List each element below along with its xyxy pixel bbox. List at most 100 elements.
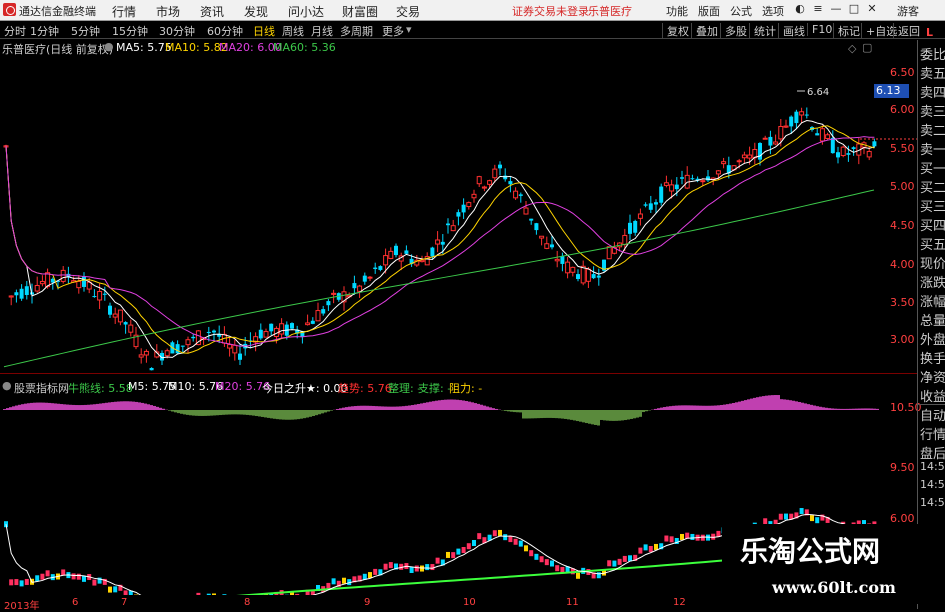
candle-body xyxy=(581,266,585,283)
trend-bar xyxy=(570,410,573,420)
period-30min[interactable]: 30分钟 xyxy=(159,23,195,39)
btn-zixuan[interactable]: +自选 xyxy=(861,23,897,39)
close-icon[interactable]: ✕ xyxy=(864,2,880,16)
candle-body xyxy=(742,155,746,158)
y-tick-main: 4.50 xyxy=(890,219,915,232)
trend-bar xyxy=(630,410,633,419)
trend-bar xyxy=(567,410,570,419)
period-month[interactable]: 月线 xyxy=(311,23,333,39)
menu-gongshi[interactable]: 公式 xyxy=(730,3,752,19)
trend-bar xyxy=(261,410,264,417)
trend-bar xyxy=(450,400,453,410)
period-15min[interactable]: 15分钟 xyxy=(112,23,148,39)
period-fenshi[interactable]: 分时 xyxy=(4,23,26,39)
btn-f10[interactable]: F10 xyxy=(807,23,832,36)
trend-bar xyxy=(465,401,468,410)
trend-bar xyxy=(189,410,192,415)
candle-body xyxy=(108,306,112,315)
period-week[interactable]: 周线 xyxy=(282,23,304,39)
settings-icon[interactable]: ● xyxy=(104,40,114,53)
collapse-icon[interactable]: ▢ xyxy=(862,41,872,54)
mini-candle xyxy=(467,543,471,549)
trend-bar xyxy=(513,410,516,412)
trend-bar xyxy=(474,403,477,410)
candle-body xyxy=(675,185,679,190)
menu-faxian[interactable]: 发现 xyxy=(244,3,268,20)
trend-bar xyxy=(324,410,327,412)
period-more[interactable]: 更多 xyxy=(382,23,404,39)
period-60min[interactable]: 60分钟 xyxy=(207,23,243,39)
trend-bar xyxy=(864,408,867,410)
rp-waipan: 外盘 xyxy=(920,329,945,348)
menu-caifuquan[interactable]: 财富圈 xyxy=(342,3,378,20)
guest-button[interactable]: 游客 xyxy=(897,3,919,19)
candle-body xyxy=(233,345,237,353)
candle-body xyxy=(592,274,596,278)
skin-icon[interactable]: ◐ xyxy=(792,2,808,16)
period-5min[interactable]: 5分钟 xyxy=(71,23,100,39)
minimize-icon[interactable]: — xyxy=(828,2,844,16)
mini-candle xyxy=(25,579,29,585)
trend-bar xyxy=(717,405,720,410)
candle-body xyxy=(498,165,502,169)
mini-candle xyxy=(514,539,518,545)
login-alert[interactable]: 证券交易未登录 xyxy=(512,3,589,19)
menu-zixun[interactable]: 资讯 xyxy=(200,3,224,20)
mini-candle xyxy=(612,561,616,567)
mini-candle xyxy=(638,548,642,554)
trend-bar xyxy=(708,406,711,410)
trend-bar xyxy=(618,410,621,421)
more-dropdown-icon[interactable]: ▾ xyxy=(406,23,412,36)
menu-shichang[interactable]: 市场 xyxy=(156,3,180,20)
candle-body xyxy=(316,311,320,321)
rp-zhangfu: 涨幅 xyxy=(920,291,945,310)
maximize-icon[interactable]: □ xyxy=(846,2,862,16)
trend-bar xyxy=(138,402,141,410)
menu-icon[interactable]: ≡ xyxy=(810,2,826,16)
mini-candle xyxy=(800,508,804,514)
trend-bar xyxy=(603,410,606,420)
btn-duogu[interactable]: 多股 xyxy=(720,23,747,39)
trend-bar xyxy=(81,405,84,410)
candle-body xyxy=(680,177,684,179)
btn-huaxian[interactable]: 画线 xyxy=(778,23,805,39)
rp-zidong[interactable]: 自动 xyxy=(918,404,945,424)
btn-fuquan[interactable]: 复权 xyxy=(662,23,689,39)
candle-body xyxy=(571,267,575,272)
trend-bar xyxy=(282,410,285,420)
btn-fanhui[interactable]: 返回 xyxy=(893,23,920,39)
kline-chart[interactable]: 6.642.69 xyxy=(0,55,917,373)
menu-jiaoyi[interactable]: 交易 xyxy=(396,3,420,20)
menu-xuanxiang[interactable]: 选项 xyxy=(762,3,784,19)
mini-candle xyxy=(196,593,200,595)
period-multi[interactable]: 多周期 xyxy=(340,23,373,39)
candle-body xyxy=(826,135,830,139)
y-tick-main: 3.50 xyxy=(890,296,915,309)
trend-bar xyxy=(867,408,870,410)
trend-bar xyxy=(321,410,324,413)
candle-body xyxy=(404,250,408,253)
candle-body xyxy=(779,127,783,139)
x-date: 8 xyxy=(244,597,250,608)
menu-gongneng[interactable]: 功能 xyxy=(666,3,688,19)
btn-diejia[interactable]: 叠加 xyxy=(691,23,718,39)
trend-bar xyxy=(351,406,354,410)
trend-bar xyxy=(573,410,576,420)
menu-banmian[interactable]: 版面 xyxy=(698,3,720,19)
menu-hangqing[interactable]: 行情 xyxy=(112,3,136,20)
indicator-settings-icon[interactable]: ● xyxy=(2,379,12,392)
trend-bar xyxy=(60,404,63,410)
btn-tongji[interactable]: 统计 xyxy=(749,23,776,39)
trend-bar xyxy=(234,410,237,414)
period-1min[interactable]: 1分钟 xyxy=(30,23,59,39)
trend-bar xyxy=(516,410,519,412)
rp-hangqing[interactable]: 行情 xyxy=(920,424,945,443)
panel-top-label: L xyxy=(926,26,933,39)
trend-bar xyxy=(108,402,111,410)
mini-candle xyxy=(332,578,336,584)
btn-biaoji[interactable]: 标记 xyxy=(833,23,860,39)
menu-wenxiaoda[interactable]: 问小达 xyxy=(288,3,324,20)
diamond-icon[interactable]: ◇ xyxy=(848,42,856,55)
period-day[interactable]: 日线 xyxy=(253,23,275,39)
mini-candle xyxy=(529,550,533,556)
